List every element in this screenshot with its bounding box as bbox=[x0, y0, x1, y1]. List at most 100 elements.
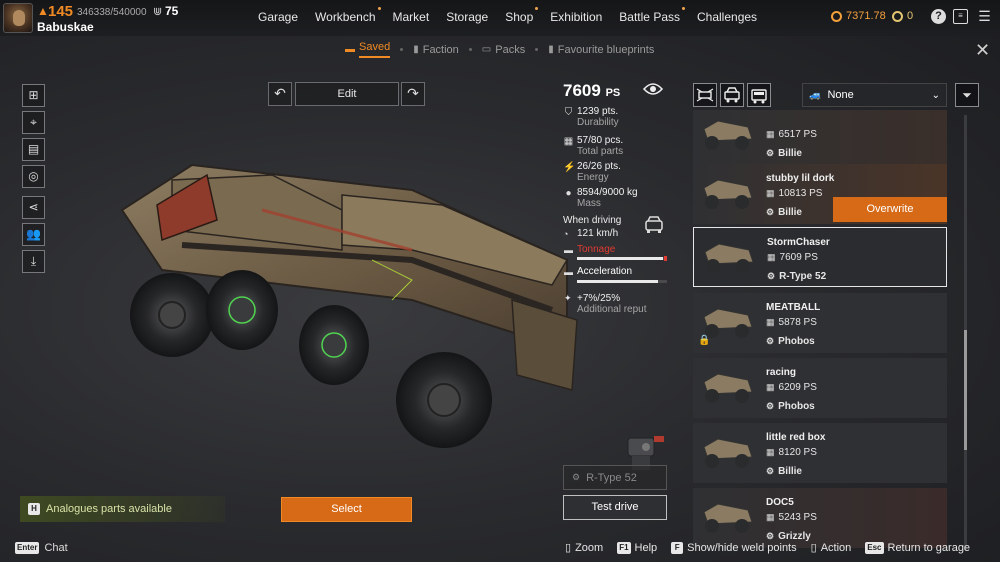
tab-faction[interactable]: ▮ Faction bbox=[413, 44, 459, 56]
users-icon[interactable]: 👥 bbox=[22, 223, 45, 246]
build-ps: ▦ 8120 PS bbox=[766, 447, 817, 458]
bookmark-icon: ▮ bbox=[548, 44, 554, 55]
player-xp: 346338/540000 bbox=[77, 7, 147, 18]
build-name: stubby lil dork bbox=[766, 173, 835, 184]
acceleration-bar bbox=[577, 280, 667, 283]
key-hint: H bbox=[28, 503, 40, 515]
crosshair-icon[interactable]: ⌖ bbox=[22, 111, 45, 134]
parts-icon: ▦ bbox=[766, 188, 775, 198]
parts-icon: ▦ bbox=[766, 129, 775, 139]
build-ps: ▦ 5243 PS bbox=[766, 512, 817, 523]
filter-truck-icon[interactable] bbox=[747, 83, 771, 107]
build-name: StormChaser bbox=[767, 237, 830, 248]
build-thumbnail bbox=[703, 503, 753, 533]
download-icon[interactable]: ⤓ bbox=[22, 250, 45, 273]
analogues-label: Analogues parts available bbox=[46, 503, 172, 515]
nav-storage[interactable]: Storage bbox=[446, 10, 488, 24]
nav-garage[interactable]: Garage bbox=[258, 10, 298, 24]
test-drive-button[interactable]: Test drive bbox=[563, 495, 667, 520]
top-bar: ▲ 145 346338/540000 ⋓ 75 Babuskae Garage… bbox=[0, 0, 1000, 36]
tab-packs[interactable]: ▭ Packs bbox=[482, 44, 525, 56]
shield-icon: ⛉ bbox=[564, 107, 573, 118]
eye-icon[interactable] bbox=[643, 82, 663, 96]
faction-icon: ⚙ bbox=[766, 466, 775, 476]
sort-dropdown[interactable]: 🚙 None ⌄ bbox=[802, 83, 947, 107]
close-icon[interactable]: ✕ bbox=[975, 40, 990, 61]
acceleration-fill bbox=[577, 280, 658, 283]
nav-workbench[interactable]: Workbench bbox=[315, 7, 381, 24]
notification-dot bbox=[377, 7, 381, 10]
car-front-icon[interactable] bbox=[643, 214, 665, 236]
vehicle-parts-icon[interactable]: ▤ bbox=[22, 138, 45, 161]
chevron-down-icon: ⌄ bbox=[931, 89, 940, 101]
analogues-notice[interactable]: H Analogues parts available bbox=[20, 496, 225, 522]
player-avatar[interactable] bbox=[3, 3, 33, 33]
nav-challenges[interactable]: Challenges bbox=[697, 10, 757, 24]
parts-icon: ▦ bbox=[766, 382, 775, 392]
parts-icon: ▦ bbox=[767, 252, 776, 262]
when-driving-label: When driving bbox=[563, 215, 622, 226]
build-ps: ▦ 6209 PS bbox=[766, 382, 817, 393]
build-card[interactable]: racing ▦ 6209 PS ⚙ Phobos bbox=[693, 358, 947, 418]
faction-icon: ⚙ bbox=[766, 336, 775, 346]
build-card[interactable]: StormChaser ▦ 7609 PS ⚙ R-Type 52 bbox=[693, 227, 947, 287]
build-thumbnail bbox=[703, 438, 753, 468]
build-card[interactable]: DOC5 ▦ 5243 PS ⚙ Grizzly bbox=[693, 488, 947, 548]
book-icon: ▮ bbox=[413, 44, 419, 55]
nav-battle-pass[interactable]: Battle Pass bbox=[619, 7, 685, 24]
reputation-icon: ✦ bbox=[564, 293, 572, 303]
tab-saved[interactable]: ▬ Saved bbox=[345, 41, 391, 58]
rotate-left-button[interactable]: ↶ bbox=[268, 82, 292, 106]
faction-field[interactable]: ⚙ R-Type 52 bbox=[563, 465, 667, 490]
mouse-icon: ▯ bbox=[565, 542, 572, 554]
folder-icon: ▬ bbox=[345, 44, 355, 55]
build-faction: ⚙ Phobos bbox=[766, 336, 815, 347]
overwrite-button[interactable]: Overwrite bbox=[833, 197, 947, 222]
badges-balance[interactable]: 0 bbox=[892, 10, 913, 22]
weight-icon: ● bbox=[565, 188, 572, 199]
dropdown-value: None bbox=[827, 89, 854, 101]
scrollbar-thumb[interactable] bbox=[964, 330, 967, 450]
coins-balance[interactable]: 7371.78 bbox=[831, 10, 886, 22]
faction-icon: ⚙ bbox=[766, 148, 775, 158]
rotate-right-button[interactable]: ↷ bbox=[401, 82, 425, 106]
build-card[interactable]: MEATBALL ▦ 5878 PS ⚙ Phobos 🔒 bbox=[693, 293, 947, 353]
player-level: 145 bbox=[48, 3, 74, 20]
nav-shop[interactable]: Shop bbox=[505, 7, 539, 24]
nav-exhibition[interactable]: Exhibition bbox=[550, 10, 602, 24]
rotate-view-icon[interactable]: ◎ bbox=[22, 165, 45, 188]
filter-drone-icon[interactable] bbox=[693, 83, 717, 107]
build-name: MEATBALL bbox=[766, 302, 821, 313]
chat-icon[interactable]: ≡ bbox=[953, 9, 968, 24]
tonnage-bar bbox=[577, 257, 667, 260]
faction-icon: ⚙ bbox=[766, 531, 775, 541]
menu-icon[interactable]: ☰ bbox=[977, 9, 992, 24]
select-button[interactable]: Select bbox=[281, 497, 412, 522]
edit-button[interactable]: Edit bbox=[295, 82, 399, 106]
main-nav: Garage Workbench Market Storage Shop Exh… bbox=[258, 7, 774, 24]
hint-return-to-garage[interactable]: Esc Return to garage bbox=[865, 541, 970, 554]
hint-weld-points[interactable]: F Show/hide weld points bbox=[671, 541, 797, 554]
build-card[interactable]: ▦ 6517 PS ⚙ Billie bbox=[693, 110, 947, 165]
grid-view-icon[interactable]: ⊞ bbox=[22, 84, 45, 107]
build-name: racing bbox=[766, 367, 797, 378]
power-score: 7609 PS bbox=[563, 81, 621, 100]
filter-car-icon[interactable] bbox=[720, 83, 744, 107]
vehicle-model[interactable] bbox=[112, 150, 582, 460]
lightning-icon: ⚡ bbox=[563, 162, 576, 173]
build-name: little red box bbox=[766, 432, 826, 443]
chat-hint[interactable]: Enter Chat bbox=[15, 542, 68, 554]
help-icon[interactable]: ? bbox=[931, 9, 946, 24]
hint-help[interactable]: F1 Help bbox=[617, 541, 657, 554]
build-ps: ▦ 10813 PS bbox=[766, 188, 823, 199]
faction-icon: ⚙ bbox=[766, 207, 775, 217]
build-list: ▦ 6517 PS ⚙ Billie stubby lil dork ▦ 10813 PS ⚙… bbox=[693, 110, 948, 553]
build-ps: ▦ 7609 PS bbox=[767, 252, 818, 263]
share-icon[interactable]: ⋖ bbox=[22, 196, 45, 219]
nav-market[interactable]: Market bbox=[393, 10, 430, 24]
build-card[interactable]: little red box ▦ 8120 PS ⚙ Billie bbox=[693, 423, 947, 483]
filter-funnel-icon[interactable]: ⏷ bbox=[955, 83, 979, 107]
car-icon: 🚙 bbox=[809, 89, 822, 101]
tab-favourite-blueprints[interactable]: ▮ Favourite blueprints bbox=[548, 44, 654, 56]
player-rating: 75 bbox=[165, 4, 179, 18]
